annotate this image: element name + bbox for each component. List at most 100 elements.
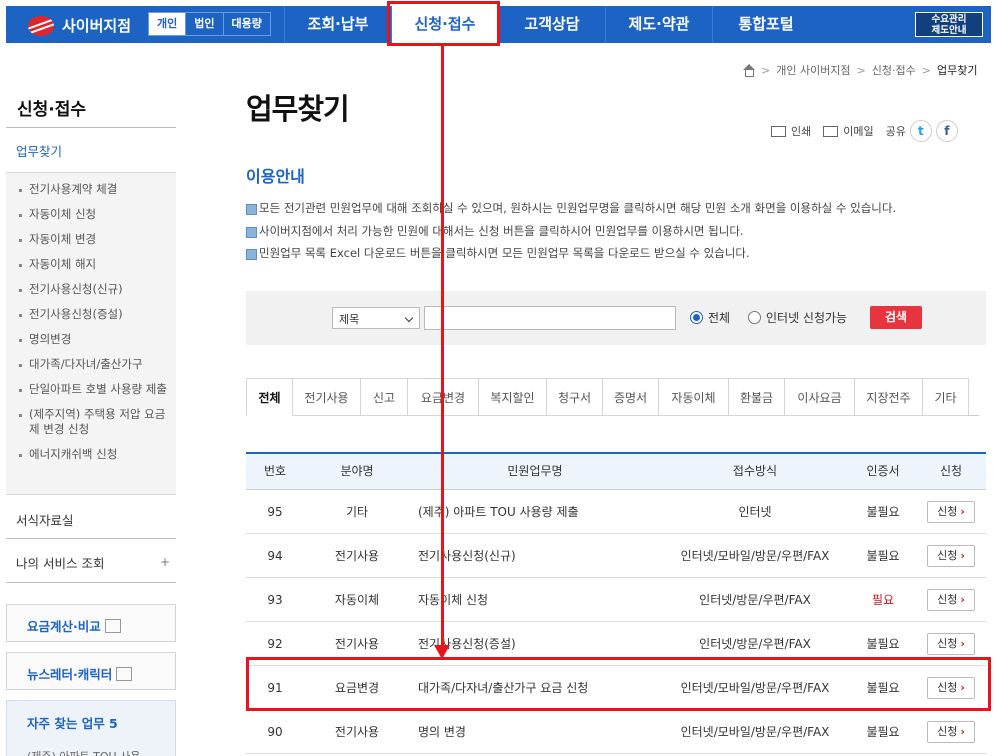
segment-personal[interactable]: 개인 — [149, 13, 187, 35]
search-button[interactable]: 검색 — [870, 306, 922, 329]
favorites-item[interactable]: (제주) 아파트 TOU 사용 — [27, 748, 175, 756]
apply-button[interactable]: 신청 › — [927, 720, 975, 743]
sidebar-subitem[interactable]: 자동이체 변경 — [19, 232, 176, 247]
newsletter-label: 뉴스레터·캐릭터 — [27, 667, 113, 682]
row-service-name[interactable]: (제주) 아파트 TOU 사용량 제출 — [410, 503, 660, 520]
sidebar-title: 신청·접수 — [17, 100, 87, 120]
guide-item: 모든 전기관련 민원업무에 대해 조회하실 수 있으며, 원하시는 민원업무명을… — [246, 201, 896, 216]
menu-customer-support[interactable]: 고객상담 — [498, 6, 605, 43]
apply-button[interactable]: 신청 › — [927, 544, 975, 567]
table-row: 94 전기사용 전기사용신청(신규) 인터넷/모바일/방문/우편/FAX 불필요 신청 › — [246, 534, 986, 578]
row-no: 95 — [267, 504, 283, 519]
fee-calculator-link[interactable]: 요금계산·비교 — [6, 604, 176, 642]
apply-button[interactable]: 신청 › — [927, 632, 975, 655]
sidebar-subitem[interactable]: 전기사용계약 체결 — [19, 182, 176, 197]
expand-plus-icon[interactable]: + — [160, 555, 170, 569]
tab-report[interactable]: 신고 — [361, 378, 408, 416]
tab-electricity[interactable]: 전기사용 — [293, 378, 361, 416]
table-header: 번호 분야명 민원업무명 접수방식 인증서 신청 — [246, 454, 986, 490]
facebook-icon[interactable]: f — [935, 120, 958, 142]
menu-terms[interactable]: 제도·약관 — [605, 6, 712, 43]
tab-utility-pole[interactable]: 지장전주 — [855, 378, 923, 416]
search-panel: 제목 전체 인터넷 신청가능 검색 — [246, 291, 986, 345]
sidebar-divider — [6, 127, 176, 128]
breadcrumb: > 개인 사이버지점 > 신청·접수 > 업무찾기 — [742, 62, 977, 78]
apply-button[interactable]: 신청 › — [927, 588, 975, 611]
apply-label: 신청 — [937, 724, 958, 738]
main-menu: 조회·납부 신청·접수 고객상담 제도·약관 통합포털 — [284, 6, 819, 43]
radio-all[interactable]: 전체 — [690, 309, 730, 326]
tab-welfare-discount[interactable]: 복지할인 — [479, 378, 547, 416]
radio-checked-icon — [690, 311, 703, 324]
radio-online[interactable]: 인터넷 신청가능 — [748, 309, 847, 326]
tab-moving-fee[interactable]: 이사요금 — [785, 378, 855, 416]
twitter-icon[interactable]: t — [909, 120, 932, 142]
row-service-name[interactable]: 명의 변경 — [410, 723, 660, 740]
kepco-logo-icon — [28, 15, 54, 36]
sidebar-subitem[interactable]: 자동이체 해지 — [19, 257, 176, 272]
sidebar-subitem[interactable]: 전기사용신청(증설) — [19, 307, 176, 322]
print-icon — [771, 125, 786, 137]
chevron-right-icon: › — [960, 548, 965, 562]
favorites-box: 자주 찾는 업무 5 (제주) 아파트 TOU 사용 — [6, 700, 176, 756]
segment-corporate[interactable]: 법인 — [186, 13, 224, 35]
row-method: 인터넷/방문/우편/FAX — [699, 593, 811, 607]
tab-auto-transfer[interactable]: 자동이체 — [659, 378, 729, 416]
row-no: 93 — [267, 592, 283, 607]
email-button[interactable]: 이메일 — [823, 123, 874, 139]
search-input[interactable] — [424, 306, 676, 330]
sidebar-subitem[interactable]: (제주지역) 주택용 저압 요금제 변경 신청 — [19, 407, 176, 437]
page-tools: 인쇄 이메일 공유 t f — [771, 120, 958, 142]
row-apply-cell: 신청 › — [916, 632, 986, 655]
row-field: 전기사용 — [334, 725, 380, 739]
page-title: 업무찾기 — [246, 92, 350, 126]
tab-etc[interactable]: 기타 — [923, 378, 969, 416]
apply-button[interactable]: 신청 › — [927, 500, 975, 523]
radio-unchecked-icon — [748, 311, 761, 324]
tab-all[interactable]: 전체 — [246, 378, 293, 416]
row-cert: 필요 — [871, 593, 895, 607]
tab-refund[interactable]: 환불금 — [729, 378, 785, 416]
newsletter-link[interactable]: 뉴스레터·캐릭터 — [6, 652, 176, 690]
row-service-name[interactable]: 자동이체 신청 — [410, 591, 660, 608]
print-button[interactable]: 인쇄 — [771, 123, 811, 139]
sidebar-item-forms[interactable]: 서식자료실 — [16, 510, 74, 529]
logo[interactable]: 사이버지점 — [28, 15, 131, 36]
sidebar-subitem[interactable]: 단일아파트 호별 사용량 제출 — [19, 382, 176, 397]
search-field-select[interactable]: 제목 — [332, 307, 420, 329]
share-label: 공유 — [885, 125, 906, 138]
sidebar-item-my-service[interactable]: 나의 서비스 조회 — [16, 553, 104, 572]
segment-bulk[interactable]: 대용량 — [224, 13, 270, 35]
chevron-right-icon: › — [960, 636, 965, 650]
demand-management-button[interactable]: 수요관리 제도안내 — [915, 12, 983, 37]
row-field: 기타 — [345, 505, 369, 519]
row-apply-cell: 신청 › — [916, 500, 986, 523]
sidebar-subitem[interactable]: 명의변경 — [19, 332, 176, 347]
breadcrumb-item[interactable]: 신청·접수 — [872, 62, 916, 78]
row-method: 인터넷/모바일/방문/우편/FAX — [680, 549, 830, 563]
header-method: 접수방식 — [732, 464, 778, 478]
row-apply-cell: 신청 › — [916, 544, 986, 567]
sidebar-item-job-search[interactable]: 업무찾기 — [16, 141, 62, 160]
sidebar-subitem[interactable]: 자동이체 신청 — [19, 207, 176, 222]
header-cert: 인증서 — [866, 464, 900, 478]
row-no: 90 — [267, 724, 283, 739]
sidebar-subitem[interactable]: 대가족/다자녀/출산가구 — [19, 357, 176, 372]
row-cert: 불필요 — [866, 725, 900, 739]
tab-bill[interactable]: 청구서 — [547, 378, 603, 416]
tab-certificate[interactable]: 증명서 — [603, 378, 659, 416]
menu-inquiry-payment[interactable]: 조회·납부 — [284, 6, 391, 43]
breadcrumb-separator: > — [761, 63, 771, 77]
sidebar-subitem[interactable]: 전기사용신청(신규) — [19, 282, 176, 297]
chevron-right-icon: › — [960, 724, 965, 738]
breadcrumb-item[interactable]: 개인 사이버지점 — [776, 62, 850, 78]
row-field: 전기사용 — [334, 637, 380, 651]
home-icon[interactable] — [742, 63, 755, 77]
row-cert: 불필요 — [866, 505, 900, 519]
demand-management-line1: 수요관리 — [931, 14, 967, 25]
header-apply: 신청 — [939, 464, 963, 478]
sidebar-subitem[interactable]: 에너지캐쉬백 신청 — [19, 447, 176, 462]
menu-portal[interactable]: 통합포털 — [712, 6, 819, 43]
row-service-name[interactable]: 전기사용신청(신규) — [410, 547, 660, 564]
table-row: 93 자동이체 자동이체 신청 인터넷/방문/우편/FAX 필요 신청 › — [246, 578, 986, 622]
